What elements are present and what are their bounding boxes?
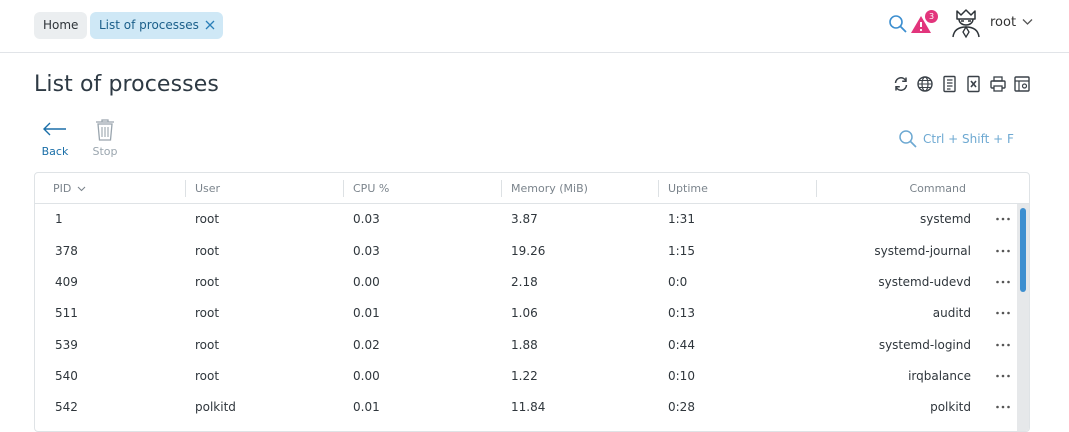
sort-chevron-icon xyxy=(77,186,86,192)
cell-cpu: 0.02 xyxy=(353,338,380,352)
cell-memory: 3.87 xyxy=(511,212,538,226)
table-scrollbar[interactable] xyxy=(1017,204,1029,431)
cell-user: polkitd xyxy=(195,400,236,414)
table-row[interactable]: 542 polkitd 0.01 11.84 0:28 polkitd xyxy=(35,392,1019,423)
script-icon[interactable] xyxy=(941,75,959,93)
column-header-user[interactable]: User xyxy=(195,173,220,204)
breadcrumb-home[interactable]: Home xyxy=(34,12,88,39)
trash-icon xyxy=(96,119,114,141)
cell-memory: 1.06 xyxy=(511,306,538,320)
cell-user: root xyxy=(195,306,220,320)
cell-uptime: 0:28 xyxy=(668,400,695,414)
stop-label: Stop xyxy=(92,145,118,158)
cell-memory: 19.26 xyxy=(511,244,546,258)
cell-uptime: 1:31 xyxy=(668,212,695,226)
table-row[interactable]: 511 root 0.01 1.06 0:13 auditd xyxy=(35,298,1019,329)
cell-user: root xyxy=(195,275,220,289)
cell-uptime: 0:44 xyxy=(668,338,695,352)
table-row[interactable]: 409 root 0.00 2.18 0:0 systemd-udevd xyxy=(35,267,1019,298)
cell-pid: 542 xyxy=(55,400,78,414)
table-row[interactable]: 378 root 0.03 19.26 1:15 systemd-journal xyxy=(35,236,1019,267)
column-header-memory[interactable]: Memory (MiB) xyxy=(511,173,588,204)
column-header-command[interactable]: Command xyxy=(909,173,966,204)
cell-uptime: 0:10 xyxy=(668,369,695,383)
cell-command: auditd xyxy=(932,306,971,320)
cell-cpu: 0.01 xyxy=(353,400,380,414)
cell-command: irqbalance xyxy=(908,369,971,383)
more-dots-icon[interactable] xyxy=(995,402,1011,412)
cell-command: systemd-journal xyxy=(874,244,971,258)
close-icon[interactable] xyxy=(205,12,215,49)
cell-cpu: 0.01 xyxy=(353,306,380,320)
column-divider[interactable] xyxy=(658,180,659,197)
cell-cpu: 0.03 xyxy=(353,244,380,258)
arrow-left-icon xyxy=(43,122,66,136)
chevron-down-icon xyxy=(1022,19,1033,25)
more-dots-icon[interactable] xyxy=(995,371,1011,381)
column-divider[interactable] xyxy=(501,180,502,197)
back-label: Back xyxy=(41,145,69,158)
column-divider[interactable] xyxy=(816,180,817,197)
breadcrumb-label: List of processes xyxy=(99,18,199,32)
column-header-uptime[interactable]: Uptime xyxy=(668,173,708,204)
user-avatar-icon[interactable] xyxy=(950,7,982,39)
cell-pid: 1 xyxy=(55,212,63,226)
search-icon[interactable] xyxy=(888,14,908,34)
cell-command: systemd-logind xyxy=(878,338,971,352)
table-header: PID User CPU % Memory (MiB) Uptime Comma… xyxy=(35,173,1029,204)
cell-pid: 539 xyxy=(55,338,78,352)
globe-icon[interactable] xyxy=(916,75,934,93)
cell-memory: 11.84 xyxy=(511,400,546,414)
column-divider[interactable] xyxy=(343,180,344,197)
cell-memory: 1.22 xyxy=(511,369,538,383)
excel-export-icon[interactable] xyxy=(965,75,983,93)
cell-memory: 1.88 xyxy=(511,338,538,352)
column-divider[interactable] xyxy=(185,180,186,197)
table-row[interactable]: 540 root 0.00 1.22 0:10 irqbalance xyxy=(35,361,1019,392)
cell-pid: 409 xyxy=(55,275,78,289)
cell-cpu: 0.00 xyxy=(353,275,380,289)
cell-pid: 540 xyxy=(55,369,78,383)
table-settings-icon[interactable] xyxy=(1013,75,1031,93)
scrollbar-thumb[interactable] xyxy=(1020,208,1026,292)
cell-pid: 511 xyxy=(55,306,78,320)
print-icon[interactable] xyxy=(989,75,1007,93)
alert-count-badge: 3 xyxy=(925,10,938,23)
user-menu[interactable]: root xyxy=(990,15,1033,30)
cell-uptime: 0:0 xyxy=(668,275,688,289)
column-header-cpu[interactable]: CPU % xyxy=(353,173,389,204)
more-dots-icon[interactable] xyxy=(995,277,1011,287)
cell-memory: 2.18 xyxy=(511,275,538,289)
column-header-pid[interactable]: PID xyxy=(53,173,86,204)
more-dots-icon[interactable] xyxy=(995,340,1011,350)
more-dots-icon[interactable] xyxy=(995,246,1011,256)
search-shortcut-hint: Ctrl + Shift + F xyxy=(923,132,1014,146)
cell-cpu: 0.00 xyxy=(353,369,380,383)
more-dots-icon[interactable] xyxy=(995,308,1011,318)
cell-cpu: 0.03 xyxy=(353,212,380,226)
user-name-label: root xyxy=(990,15,1017,30)
cell-command: systemd xyxy=(920,212,971,226)
page-title: List of processes xyxy=(34,72,219,97)
top-bar: Home List of processes 3 root xyxy=(0,0,1069,53)
cell-pid: 378 xyxy=(55,244,78,258)
search-icon xyxy=(899,130,917,148)
cell-user: root xyxy=(195,338,220,352)
table-row[interactable]: 539 root 0.02 1.88 0:44 systemd-logind xyxy=(35,330,1019,361)
cell-user: root xyxy=(195,212,220,226)
cell-uptime: 1:15 xyxy=(668,244,695,258)
cell-user: root xyxy=(195,369,220,383)
table-row[interactable]: 1 root 0.03 3.87 1:31 systemd xyxy=(35,204,1019,235)
breadcrumb-list-of-processes[interactable]: List of processes xyxy=(90,12,223,39)
more-dots-icon[interactable] xyxy=(995,214,1011,224)
process-table: PID User CPU % Memory (MiB) Uptime Comma… xyxy=(34,172,1030,432)
cell-user: root xyxy=(195,244,220,258)
cell-uptime: 0:13 xyxy=(668,306,695,320)
refresh-icon[interactable] xyxy=(892,75,910,93)
cell-command: systemd-udevd xyxy=(878,275,971,289)
cell-command: polkitd xyxy=(930,400,971,414)
